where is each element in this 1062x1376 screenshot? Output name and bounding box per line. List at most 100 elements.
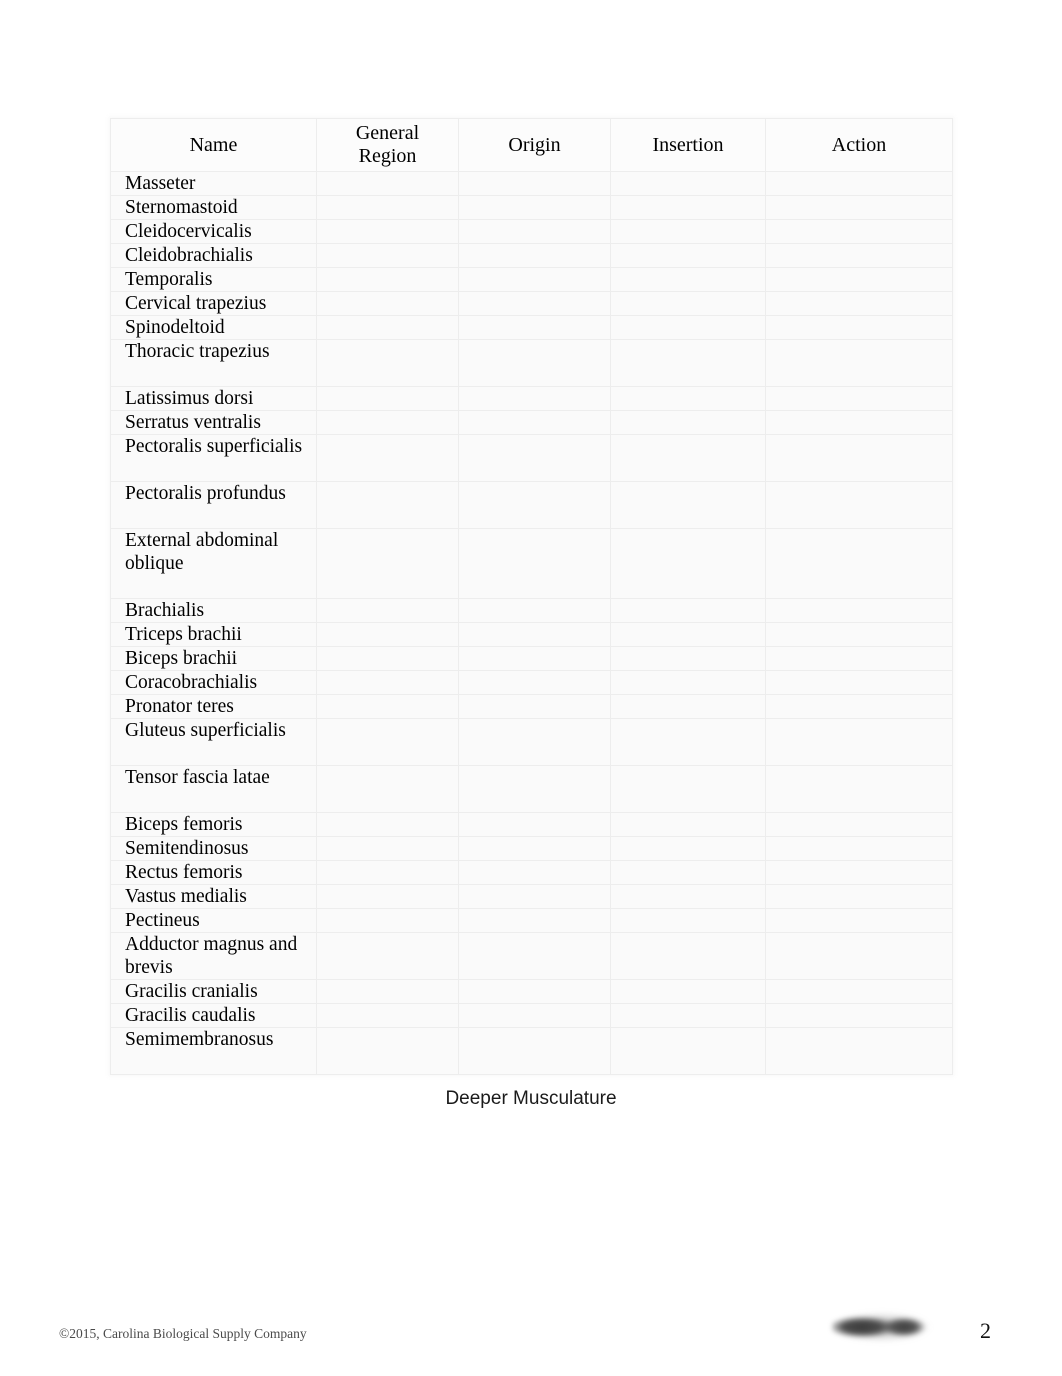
cell-general-region[interactable] xyxy=(316,694,459,719)
cell-insertion[interactable] xyxy=(610,267,766,292)
cell-action[interactable] xyxy=(765,315,953,340)
cell-origin[interactable] xyxy=(458,598,611,623)
cell-insertion[interactable] xyxy=(610,622,766,647)
cell-general-region[interactable] xyxy=(316,410,459,435)
cell-origin[interactable] xyxy=(458,812,611,837)
cell-origin[interactable] xyxy=(458,860,611,885)
cell-insertion[interactable] xyxy=(610,836,766,861)
cell-action[interactable] xyxy=(765,765,953,813)
cell-general-region[interactable] xyxy=(316,646,459,671)
cell-action[interactable] xyxy=(765,267,953,292)
cell-general-region[interactable] xyxy=(316,315,459,340)
cell-action[interactable] xyxy=(765,979,953,1004)
cell-action[interactable] xyxy=(765,908,953,933)
cell-insertion[interactable] xyxy=(610,670,766,695)
cell-general-region[interactable] xyxy=(316,195,459,220)
cell-action[interactable] xyxy=(765,481,953,529)
cell-action[interactable] xyxy=(765,598,953,623)
cell-action[interactable] xyxy=(765,195,953,220)
cell-action[interactable] xyxy=(765,434,953,482)
cell-action[interactable] xyxy=(765,528,953,599)
cell-origin[interactable] xyxy=(458,1003,611,1028)
cell-insertion[interactable] xyxy=(610,386,766,411)
cell-insertion[interactable] xyxy=(610,884,766,909)
cell-general-region[interactable] xyxy=(316,812,459,837)
cell-origin[interactable] xyxy=(458,718,611,766)
cell-insertion[interactable] xyxy=(610,718,766,766)
cell-action[interactable] xyxy=(765,171,953,196)
cell-origin[interactable] xyxy=(458,171,611,196)
cell-general-region[interactable] xyxy=(316,267,459,292)
cell-action[interactable] xyxy=(765,243,953,268)
cell-general-region[interactable] xyxy=(316,528,459,599)
cell-insertion[interactable] xyxy=(610,598,766,623)
cell-action[interactable] xyxy=(765,670,953,695)
cell-insertion[interactable] xyxy=(610,291,766,316)
cell-general-region[interactable] xyxy=(316,622,459,647)
cell-insertion[interactable] xyxy=(610,339,766,387)
cell-general-region[interactable] xyxy=(316,171,459,196)
cell-origin[interactable] xyxy=(458,315,611,340)
cell-origin[interactable] xyxy=(458,219,611,244)
cell-insertion[interactable] xyxy=(610,908,766,933)
cell-insertion[interactable] xyxy=(610,812,766,837)
cell-action[interactable] xyxy=(765,410,953,435)
cell-origin[interactable] xyxy=(458,836,611,861)
cell-origin[interactable] xyxy=(458,765,611,813)
cell-origin[interactable] xyxy=(458,339,611,387)
cell-action[interactable] xyxy=(765,836,953,861)
cell-insertion[interactable] xyxy=(610,434,766,482)
cell-general-region[interactable] xyxy=(316,884,459,909)
cell-origin[interactable] xyxy=(458,434,611,482)
cell-action[interactable] xyxy=(765,718,953,766)
cell-origin[interactable] xyxy=(458,291,611,316)
cell-origin[interactable] xyxy=(458,646,611,671)
cell-origin[interactable] xyxy=(458,694,611,719)
cell-action[interactable] xyxy=(765,884,953,909)
cell-general-region[interactable] xyxy=(316,932,459,980)
cell-action[interactable] xyxy=(765,812,953,837)
cell-insertion[interactable] xyxy=(610,646,766,671)
cell-origin[interactable] xyxy=(458,528,611,599)
cell-origin[interactable] xyxy=(458,622,611,647)
cell-insertion[interactable] xyxy=(610,765,766,813)
cell-action[interactable] xyxy=(765,339,953,387)
cell-general-region[interactable] xyxy=(316,860,459,885)
cell-general-region[interactable] xyxy=(316,718,459,766)
cell-insertion[interactable] xyxy=(610,1003,766,1028)
cell-general-region[interactable] xyxy=(316,219,459,244)
cell-general-region[interactable] xyxy=(316,670,459,695)
cell-action[interactable] xyxy=(765,932,953,980)
cell-action[interactable] xyxy=(765,1003,953,1028)
cell-origin[interactable] xyxy=(458,979,611,1004)
cell-general-region[interactable] xyxy=(316,291,459,316)
cell-insertion[interactable] xyxy=(610,481,766,529)
cell-general-region[interactable] xyxy=(316,243,459,268)
cell-insertion[interactable] xyxy=(610,1027,766,1075)
cell-general-region[interactable] xyxy=(316,765,459,813)
cell-origin[interactable] xyxy=(458,932,611,980)
cell-insertion[interactable] xyxy=(610,932,766,980)
cell-action[interactable] xyxy=(765,646,953,671)
cell-general-region[interactable] xyxy=(316,339,459,387)
cell-origin[interactable] xyxy=(458,908,611,933)
cell-insertion[interactable] xyxy=(610,243,766,268)
cell-insertion[interactable] xyxy=(610,195,766,220)
cell-action[interactable] xyxy=(765,622,953,647)
cell-origin[interactable] xyxy=(458,481,611,529)
cell-general-region[interactable] xyxy=(316,979,459,1004)
cell-origin[interactable] xyxy=(458,670,611,695)
cell-general-region[interactable] xyxy=(316,434,459,482)
cell-action[interactable] xyxy=(765,219,953,244)
cell-action[interactable] xyxy=(765,386,953,411)
cell-general-region[interactable] xyxy=(316,598,459,623)
cell-insertion[interactable] xyxy=(610,694,766,719)
cell-general-region[interactable] xyxy=(316,836,459,861)
cell-action[interactable] xyxy=(765,291,953,316)
cell-insertion[interactable] xyxy=(610,219,766,244)
cell-origin[interactable] xyxy=(458,243,611,268)
cell-insertion[interactable] xyxy=(610,171,766,196)
cell-insertion[interactable] xyxy=(610,979,766,1004)
cell-origin[interactable] xyxy=(458,410,611,435)
cell-insertion[interactable] xyxy=(610,860,766,885)
